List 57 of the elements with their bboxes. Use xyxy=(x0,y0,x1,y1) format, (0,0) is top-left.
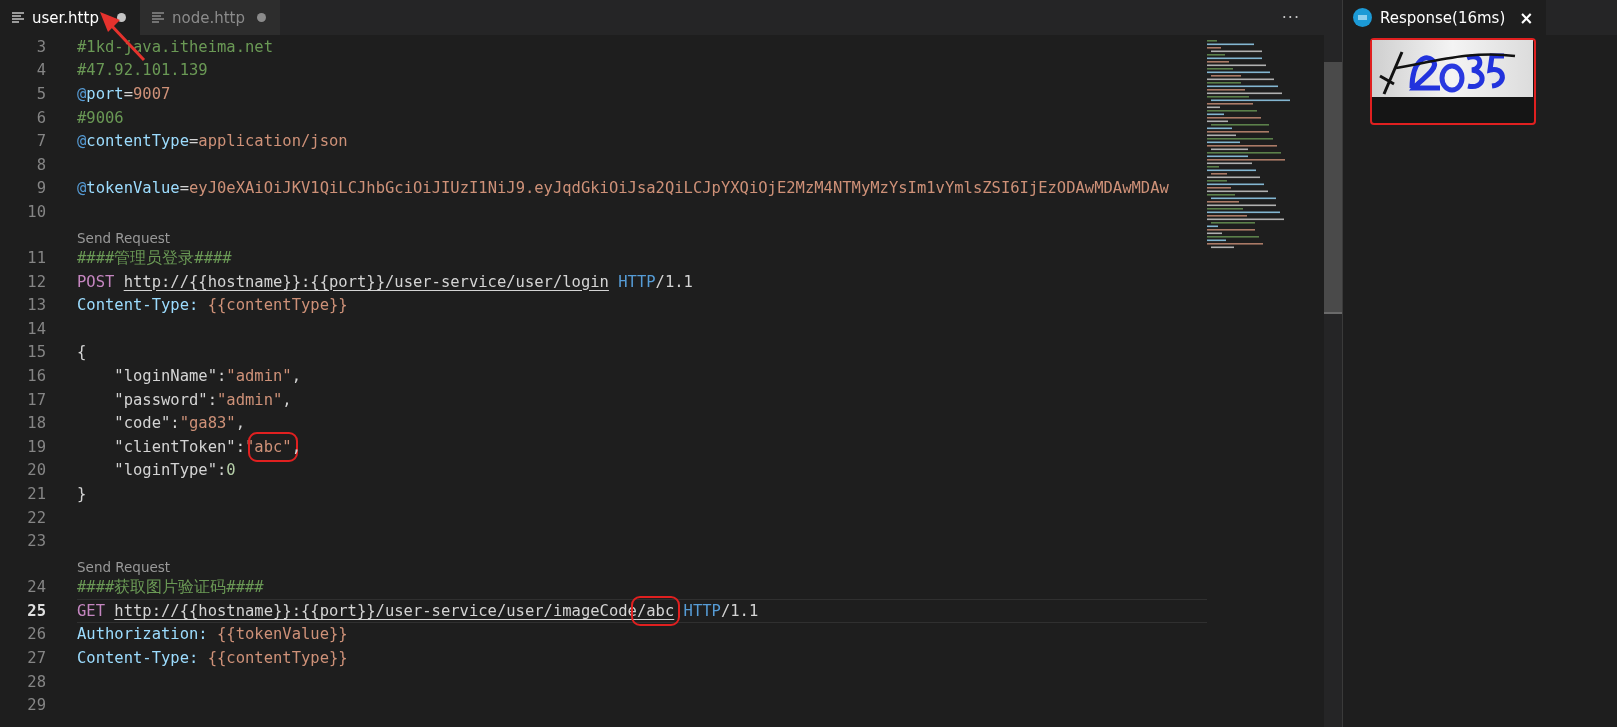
line-number: 23 xyxy=(26,532,46,551)
code-line: #9006 xyxy=(77,107,125,129)
line-number: 17 xyxy=(26,390,46,409)
line-number: 12 xyxy=(26,272,46,291)
line-number: 27 xyxy=(26,649,46,668)
line-number: 19 xyxy=(26,437,46,456)
code-line: ####管理员登录#### xyxy=(77,247,233,269)
code-line: Authorization: {{tokenValue}} xyxy=(77,624,349,646)
line-number: 8 xyxy=(35,155,46,174)
code-line: "code":"ga83", xyxy=(113,413,246,435)
code-line: ####获取图片验证码#### xyxy=(77,576,265,598)
unsaved-dot[interactable] xyxy=(257,13,266,22)
line-number: 16 xyxy=(26,367,46,385)
line-number: 6 xyxy=(35,108,46,127)
code-line: #47.92.101.139 xyxy=(77,60,209,82)
line-number: 22 xyxy=(26,508,46,527)
code-line: POST http://{{hostname}}:{{port}}/user-service/user/login HTTP/1.1 xyxy=(77,271,694,293)
file-tab[interactable]: node.http xyxy=(140,0,280,35)
send-request-link[interactable]: Send Request xyxy=(77,230,171,247)
scrollbar-thumb[interactable] xyxy=(1324,62,1342,314)
line-number: 15 xyxy=(26,343,46,362)
file-tab[interactable]: user.http xyxy=(0,0,140,35)
send-request-link[interactable]: Send Request xyxy=(77,559,171,576)
line-number: 25 xyxy=(26,601,46,620)
code-line: @port=9007 xyxy=(77,84,172,105)
code-line: "loginType":0 xyxy=(113,460,237,482)
code-line: { xyxy=(77,342,88,364)
response-tab[interactable]: Response(16ms) × xyxy=(1343,0,1546,35)
line-number: 11 xyxy=(26,249,46,268)
code-line: "loginName":"admin", xyxy=(113,366,302,387)
line-number: 9 xyxy=(35,179,46,198)
code-line: Content-Type: {{contentType}} xyxy=(77,648,349,670)
close-button[interactable]: × xyxy=(1519,7,1534,28)
line-number: 14 xyxy=(26,319,46,338)
line-number: 5 xyxy=(35,85,46,103)
code-line: @contentType=application/json xyxy=(77,131,349,153)
more-button[interactable]: ··· xyxy=(1275,0,1306,35)
line-number: 10 xyxy=(26,202,46,221)
line-number: 29 xyxy=(26,696,46,715)
line-number: 28 xyxy=(26,672,46,691)
file-icon xyxy=(152,12,164,23)
code-line: } xyxy=(77,484,88,505)
line-number: 4 xyxy=(35,61,46,80)
line-number: 13 xyxy=(26,296,46,315)
code-line: "password":"admin", xyxy=(113,389,293,411)
line-number: 7 xyxy=(35,132,46,151)
line-number: 24 xyxy=(26,578,46,597)
preview-icon xyxy=(1353,8,1372,27)
code-line: @tokenValue=eyJ0eXAiOiJKV1QiLCJhbGciOiJIUzI1NiJ9.eyJqdGkiOiJsa2QiLCJpYXQiOjE2MzM4NTMyMzYsIm1vYmlsZSI6IjEzODAwMDAwMDAw xyxy=(77,178,1170,200)
line-number: 3 xyxy=(35,37,46,56)
code-line: Content-Type: {{contentType}} xyxy=(77,295,349,317)
file-icon xyxy=(12,12,24,23)
tab-label: Response(16ms) xyxy=(1380,8,1506,27)
line-number: 20 xyxy=(26,461,46,480)
line-number: 21 xyxy=(26,485,46,503)
line-number: 26 xyxy=(26,625,46,644)
line-number: 18 xyxy=(26,414,46,433)
